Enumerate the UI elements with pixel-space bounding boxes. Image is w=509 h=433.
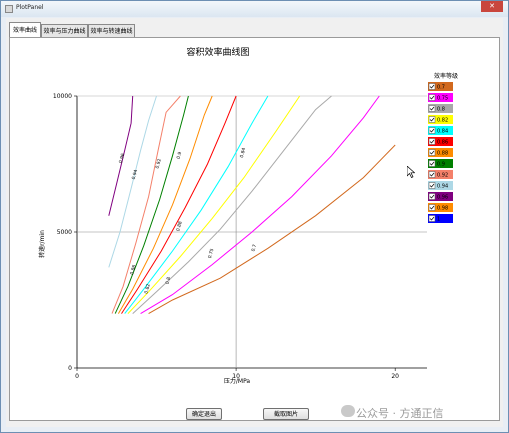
legend-checkbox[interactable] (428, 160, 436, 167)
series-line-0-75 (140, 95, 380, 315)
y-axis-label: 转速r/min (38, 230, 46, 258)
legend-label: 0.86 (437, 139, 448, 145)
curve-label: 0.82 (143, 283, 151, 294)
efficiency-chart: 0 10 200500010000 0.70.750.80.820.840.860.… (38, 46, 458, 385)
legend-item[interactable]: 0.9 (428, 159, 453, 168)
legend-label: 0.96 (437, 194, 448, 200)
legend-checkbox[interactable] (428, 116, 436, 123)
x-tick-label: 0 (75, 373, 79, 380)
legend-checkbox[interactable] (428, 182, 436, 189)
legend-checkbox[interactable] (428, 83, 436, 90)
y-tick-label: 10000 (53, 93, 72, 100)
legend-item[interactable]: 0.96 (428, 192, 453, 201)
window-title: PlotPanel (16, 4, 44, 11)
legend-item[interactable]: 0.98 (428, 203, 453, 212)
legend-label: 0.75 (437, 95, 448, 101)
curve-label: 0.94 (131, 169, 139, 180)
legend-label: 0.84 (437, 128, 448, 134)
tab-efficiency-curve[interactable]: 效率曲线 (9, 22, 41, 37)
legend-checkbox[interactable] (428, 149, 436, 156)
mouse-cursor-icon (407, 166, 415, 178)
legend-item[interactable]: 0.84 (428, 126, 453, 135)
legend-item[interactable]: 0.8 (428, 104, 453, 113)
legend-checkbox[interactable] (428, 215, 436, 222)
legend-checkbox[interactable] (428, 138, 436, 145)
legend-label: 0.92 (437, 172, 448, 178)
series-line-0-9 (114, 95, 189, 314)
legend-label: 0.9 (437, 161, 445, 167)
series-line-0-94 (108, 95, 157, 268)
curve-label: 0.9 (176, 151, 184, 160)
curve-label: 0.7 (250, 244, 258, 253)
legend-label: 0.7 (437, 84, 445, 90)
capture-image-button[interactable]: 截取图片 (263, 408, 309, 420)
legend-label: 0.94 (437, 183, 448, 189)
y-tick-label: 5000 (57, 229, 72, 236)
legend-checkbox[interactable] (428, 171, 436, 178)
client-area: 效率曲线 效率与压力曲线 效率与转速曲线 0 10 20 0 5000 10000 0.7… (6, 18, 503, 427)
legend-item[interactable]: 0.82 (428, 115, 453, 124)
legend-label: 1 (437, 216, 440, 222)
legend-label: 0.8 (437, 106, 445, 112)
tab-efficiency-speed[interactable]: 效率与转速曲线 (88, 24, 135, 37)
legend-checkbox[interactable] (428, 105, 436, 112)
legend-item[interactable]: 0.94 (428, 181, 453, 190)
legend-title: 效率等级 (434, 72, 458, 80)
x-axis-label: 压力/MPa (224, 377, 251, 385)
curve-label: 0.86 (129, 264, 137, 275)
legend-item[interactable]: 0.75 (428, 93, 453, 102)
legend-label: 0.88 (437, 150, 448, 156)
curve-label: 0.75 (207, 248, 215, 259)
legend-item[interactable]: 0.86 (428, 137, 453, 146)
y-tick-label: 0 (68, 365, 72, 372)
x-tick-label: 20 (391, 373, 399, 380)
legend-item[interactable]: 0.92 (428, 170, 453, 179)
curve-label: 0.96 (118, 153, 126, 164)
legend-item[interactable]: 0.7 (428, 82, 453, 91)
wechat-icon (341, 405, 355, 417)
tab-efficiency-pressure[interactable]: 效率与压力曲线 (41, 24, 88, 37)
plot-window: PlotPanel ✕ 效率曲线 效率与压力曲线 效率与转速曲线 0 10 20 0 5… (0, 0, 509, 433)
close-button[interactable]: ✕ (481, 1, 503, 12)
legend-checkbox[interactable] (428, 127, 436, 134)
title-bar: PlotPanel ✕ (1, 1, 508, 17)
series-line-0-86 (121, 95, 237, 314)
legend-checkbox[interactable] (428, 94, 436, 101)
legend-label: 0.82 (437, 117, 448, 123)
legend-item[interactable]: 0.88 (428, 148, 453, 157)
app-icon (5, 5, 13, 13)
chart-title: 容积效率曲线图 (186, 46, 249, 58)
curve-label: 0.84 (239, 147, 247, 158)
chart-panel: 0 10 20 0 5000 10000 0.7 0.75 0.8 0.82 0.84 0.86 0.… (9, 37, 500, 421)
legend-checkbox[interactable] (428, 204, 436, 211)
confirm-exit-button[interactable]: 确定退出 (186, 408, 222, 420)
watermark-text: 公众号 · 方通正信 (356, 407, 444, 420)
legend-label: 0.98 (437, 205, 448, 211)
legend-checkbox[interactable] (428, 193, 436, 200)
legend-item[interactable]: 1 (428, 214, 453, 223)
